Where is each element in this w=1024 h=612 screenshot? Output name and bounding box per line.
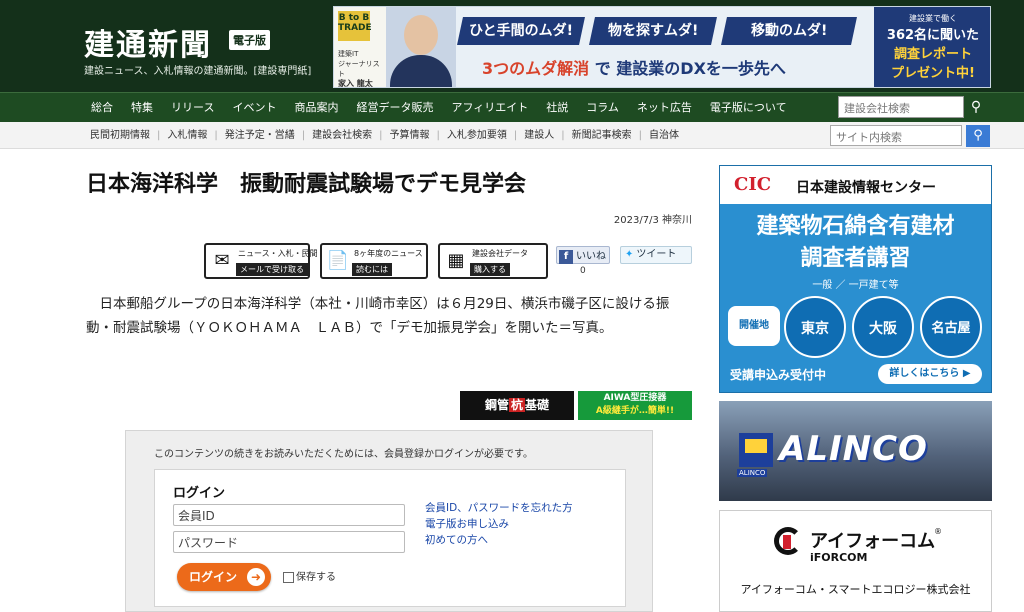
btob-badge: B to B TRADE [338,11,372,41]
site-logo[interactable]: 建通新聞 [84,20,212,64]
alinco-logo: ALINCO [779,429,928,469]
banner-pill-2: 物を探すムダ! [589,17,717,45]
article-title: 日本海洋科学 振動耐震試験場でデモ見学会 [86,172,527,197]
top-banner-ad[interactable]: B to B TRADE 建築IT ジャーナリスト 家入 龍太 ひと手間のムダ!… [333,6,991,88]
archive-read-button[interactable]: 📄 8ヶ年度のニュース 読むには [320,243,428,279]
alinco-ad[interactable]: ALINCO ALINCO [719,401,992,501]
banner-pill-3: 移動のムダ! [721,17,857,45]
nav-item-column[interactable]: コラム [577,93,628,122]
search-icon[interactable]: ⚲ [966,97,986,117]
sub-nav: 民間初期情報 | 入札情報 | 発注予定・営繕 | 建設会社検索 | 予算情報 … [0,122,1024,149]
edition-badge: 電子版 [229,30,270,50]
facebook-icon: f [559,250,573,264]
steel-pile-ad[interactable]: 鋼管杭基礎 [460,391,574,420]
nav-item-data-sales[interactable]: 経営データ販売 [347,93,442,122]
nav-item-events[interactable]: イベント [223,93,285,122]
banner-speaker-credit: 建築IT ジャーナリスト 家入 龍太 [338,50,380,88]
mail-icon: ✉ [214,250,230,271]
cic-name: 日本建設情報センター [796,180,936,196]
subnav-item-municipalities[interactable]: 自治体 [643,122,685,149]
iforcom-ad[interactable]: アイフォーコム ® iFORCOM アイフォーコム・スマートエコロジー株式会社 [719,510,992,612]
banner-person-photo [386,7,456,87]
nav-item-about-digital[interactable]: 電子版について [701,93,796,122]
nav-item-general[interactable]: 総合 [82,93,122,122]
login-form: ログイン 会員ID パスワード 会員ID、パスワードを忘れた方 電子版お申し込み… [154,469,626,607]
course-more-button[interactable]: 詳しくはこちら ▶ [878,364,982,384]
course-title-line1: 建築物石綿含有建材 [756,213,955,239]
venue-label: 開催地 [728,306,780,346]
iforcom-company: アイフォーコム・スマートエコロジー株式会社 [740,583,971,596]
course-subtitle: 一般 ／ 一戸建て等 [812,280,899,291]
main-nav: 総合 特集 リリース イベント 商品案内 経営データ販売 アフィリエイト 社説 … [0,92,1024,122]
document-icon: 📄 [326,250,350,271]
subnav-item-order-plans[interactable]: 発注予定・営繕 [219,122,301,149]
banner-report-offer: 建設業で働く 362名に聞いた 調査レポート プレゼント中! [874,7,990,87]
iforcom-name-en: iFORCOM [810,551,868,564]
subnav-item-bid-requirements[interactable]: 入札参加要領 [441,122,513,149]
course-cta: 受講申込み受付中 [730,368,827,382]
building-icon: ▦ [447,250,465,271]
checkbox-icon [283,571,294,583]
login-panel: このコンテンツの続きをお読みいただくためには、会員登録かログインが必要です。 ロ… [125,430,653,612]
subnav-item-private-early[interactable]: 民間初期情報 [84,122,156,149]
alinco-mark-icon [739,433,773,467]
first-time-link[interactable]: 初めての方へ [425,532,573,548]
cic-course-ad[interactable]: CIC 日本建設情報センター 建築物石綿含有建材 調査者講習 一般 ／ 一戸建て… [719,165,992,393]
banner-main-copy: 3つのムダ解消 で 建設業のDXを一歩先へ [482,59,786,78]
forgot-credentials-link[interactable]: 会員ID、パスワードを忘れた方 [425,500,573,516]
site-search-button[interactable]: ⚲ [966,125,990,147]
search-icon: ⚲ [973,128,983,143]
course-title-line2: 調査者講習 [800,245,911,271]
article-date: 2023/7/3 [613,215,659,226]
venue-nagoya: 名古屋 [920,296,982,358]
iforcom-name: アイフォーコム [810,531,936,552]
nav-item-net-ads[interactable]: ネット広告 [628,93,701,122]
facebook-like-button[interactable]: f いいね [556,246,610,264]
banner-left-panel: B to B TRADE 建築IT ジャーナリスト 家入 龍太 [334,7,386,88]
aiwa-pressure-welder-ad[interactable]: AIWA型圧接器 A級継手が…簡単!! [578,391,692,420]
cic-logo: CIC [734,174,772,195]
site-tagline: 建設ニュース、入札情報の建通新聞。[建設専門紙] [84,66,312,77]
subnav-item-budget[interactable]: 予算情報 [384,122,436,149]
nav-item-releases[interactable]: リリース [162,93,223,122]
registered-mark: ® [934,527,942,536]
subnav-item-bids[interactable]: 入札情報 [161,122,213,149]
article-region: 神奈川 [662,215,692,226]
alinco-small-label: ALINCO [737,469,768,477]
article-body: 日本郵船グループの日本海洋科学（本社・川崎市幸区）は６月29日、横浜市磯子区に設… [86,296,670,336]
subnav-item-article-search[interactable]: 新聞記事検索 [566,122,638,149]
site-header: 建通新聞 電子版 建設ニュース、入札情報の建通新聞。[建設専門紙] B to B… [0,0,1024,92]
nav-item-products[interactable]: 商品案内 [285,93,347,122]
member-id-input[interactable]: 会員ID [173,504,405,526]
login-heading: ログイン [173,486,226,501]
password-input[interactable]: パスワード [173,531,405,553]
login-required-note: このコンテンツの続きをお読みいただくためには、会員登録かログインが必要です。 [154,449,533,460]
twitter-icon: ✦ [625,249,634,260]
nav-item-affiliate[interactable]: アフィリエイト [442,93,537,122]
login-button[interactable]: ログイン ➜ [177,563,271,591]
company-search-input[interactable]: 建設会社検索 [838,96,964,118]
banner-pill-1: ひと手間のムダ! [457,17,585,45]
site-search-input[interactable]: サイト内検索 [830,125,962,146]
company-data-buy-button[interactable]: ▦ 建設会社データ 購入する [438,243,548,279]
email-subscribe-button[interactable]: ✉ ニュース・入札・民間 メールで受け取る [204,243,318,279]
arrow-right-icon: ➜ [247,568,265,586]
nav-item-features[interactable]: 特集 [122,93,162,122]
venue-osaka: 大阪 [852,296,914,358]
login-links: 会員ID、パスワードを忘れた方 電子版お申し込み 初めての方へ [425,500,573,548]
article-meta: 2023/7/3 神奈川 [540,211,692,226]
remember-checkbox[interactable]: 保存する [283,568,336,583]
digital-subscribe-link[interactable]: 電子版お申し込み [425,516,573,532]
subnav-item-people[interactable]: 建設人 [518,122,560,149]
venue-tokyo: 東京 [784,296,846,358]
tweet-button[interactable]: ✦ ツイート [620,246,692,264]
nav-item-editorial[interactable]: 社説 [537,93,577,122]
like-count: 0 [580,266,586,276]
subnav-item-company-search[interactable]: 建設会社検索 [306,122,378,149]
